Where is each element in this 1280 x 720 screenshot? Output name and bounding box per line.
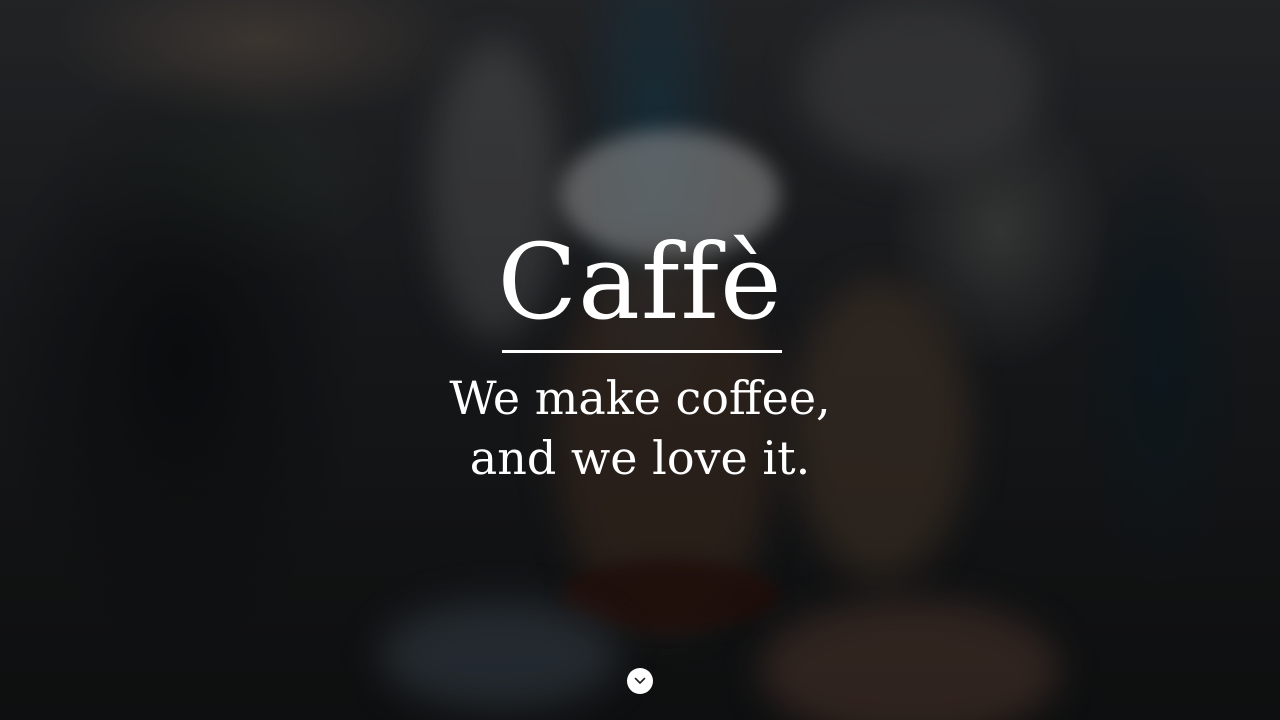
hero-section: Caffè We make coffee, and we love it. — [0, 0, 1280, 720]
chevron-down-icon — [634, 677, 646, 685]
hero-tagline-line2: and we love it. — [469, 431, 811, 485]
hero-title: Caffè — [497, 221, 783, 343]
scroll-down-button[interactable] — [627, 668, 653, 694]
title-underline — [502, 350, 782, 353]
hero-tagline-line1: We make coffee, — [449, 371, 831, 425]
hero-content: Caffè We make coffee, and we love it. — [0, 0, 1280, 720]
